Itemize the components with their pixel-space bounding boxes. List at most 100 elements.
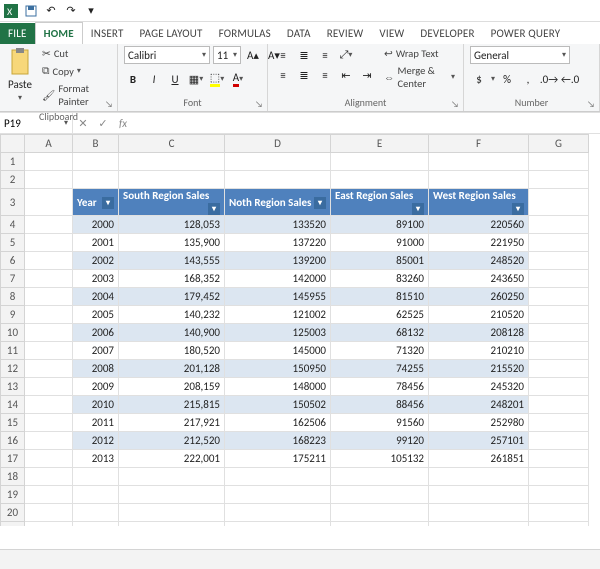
increase-decimal-button[interactable]: .0→	[540, 70, 558, 88]
table-cell[interactable]: 89100	[331, 216, 429, 234]
cell[interactable]	[119, 171, 225, 189]
cell[interactable]	[529, 342, 589, 360]
row-header[interactable]: 15	[1, 414, 25, 432]
tab-formulas[interactable]: FORMULAS	[211, 23, 279, 44]
table-cell[interactable]: 248201	[429, 396, 529, 414]
column-header[interactable]: E	[331, 135, 429, 153]
table-cell[interactable]: 248520	[429, 252, 529, 270]
cell[interactable]	[25, 342, 73, 360]
tab-review[interactable]: REVIEW	[319, 23, 372, 44]
wrap-text-button[interactable]: ↩Wrap Text	[382, 46, 457, 61]
cell[interactable]	[73, 171, 119, 189]
row-header[interactable]: 1	[1, 153, 25, 171]
format-painter-button[interactable]: 🖌Format Painter	[40, 81, 111, 109]
cell[interactable]	[25, 486, 73, 504]
row-header[interactable]: 17	[1, 450, 25, 468]
row-header[interactable]: 9	[1, 306, 25, 324]
table-cell[interactable]: 221950	[429, 234, 529, 252]
fill-color-button[interactable]: ⬚▾	[208, 70, 226, 88]
table-cell[interactable]: 2008	[73, 360, 119, 378]
table-cell[interactable]: 2009	[73, 378, 119, 396]
table-cell[interactable]: 168,352	[119, 270, 225, 288]
row-header[interactable]: 11	[1, 342, 25, 360]
cell[interactable]	[119, 504, 225, 522]
table-header-cell[interactable]: Year▾	[73, 189, 119, 216]
cell[interactable]	[25, 360, 73, 378]
cell[interactable]	[429, 171, 529, 189]
row-header[interactable]: 10	[1, 324, 25, 342]
table-cell[interactable]: 210520	[429, 306, 529, 324]
table-cell[interactable]: 2012	[73, 432, 119, 450]
tab-page-layout[interactable]: PAGE LAYOUT	[132, 23, 211, 44]
table-cell[interactable]: 208128	[429, 324, 529, 342]
cell[interactable]	[331, 522, 429, 527]
bold-button[interactable]: B	[124, 70, 142, 88]
table-cell[interactable]: 121002	[225, 306, 331, 324]
cell[interactable]	[529, 153, 589, 171]
table-cell[interactable]: 180,520	[119, 342, 225, 360]
cell[interactable]	[25, 522, 73, 527]
align-top-button[interactable]: ≡	[274, 46, 292, 64]
table-cell[interactable]: 91000	[331, 234, 429, 252]
row-header[interactable]: 8	[1, 288, 25, 306]
cell[interactable]	[119, 153, 225, 171]
tab-developer[interactable]: DEVELOPER	[412, 23, 482, 44]
cell[interactable]	[529, 450, 589, 468]
align-right-button[interactable]: ≡	[316, 66, 334, 84]
table-cell[interactable]: 139200	[225, 252, 331, 270]
decrease-indent-button[interactable]: ⇤	[337, 66, 355, 84]
cell[interactable]	[529, 468, 589, 486]
table-cell[interactable]: 83260	[331, 270, 429, 288]
table-cell[interactable]: 2003	[73, 270, 119, 288]
filter-dropdown-icon[interactable]: ▾	[512, 203, 524, 215]
cell[interactable]	[529, 171, 589, 189]
cell[interactable]	[529, 234, 589, 252]
table-cell[interactable]: 215520	[429, 360, 529, 378]
cell[interactable]	[25, 396, 73, 414]
table-cell[interactable]: 68132	[331, 324, 429, 342]
cell[interactable]	[529, 324, 589, 342]
column-header[interactable]: B	[73, 135, 119, 153]
cell[interactable]	[25, 414, 73, 432]
paste-dropdown-icon[interactable]: ▾	[18, 93, 22, 103]
table-cell[interactable]: 135,900	[119, 234, 225, 252]
decrease-decimal-button[interactable]: ←.0	[561, 70, 579, 88]
tab-view[interactable]: VIEW	[371, 23, 412, 44]
cell[interactable]	[25, 234, 73, 252]
cell[interactable]	[225, 171, 331, 189]
table-cell[interactable]: 179,452	[119, 288, 225, 306]
table-cell[interactable]: 215,815	[119, 396, 225, 414]
table-cell[interactable]: 2005	[73, 306, 119, 324]
cell[interactable]	[331, 468, 429, 486]
table-cell[interactable]: 162506	[225, 414, 331, 432]
table-header-cell[interactable]: West Region Sales▾	[429, 189, 529, 216]
select-all-corner[interactable]	[1, 135, 25, 153]
cell[interactable]	[529, 486, 589, 504]
undo-icon[interactable]: ↶	[44, 4, 58, 18]
row-header[interactable]: 21	[1, 522, 25, 527]
cell[interactable]	[529, 216, 589, 234]
align-center-button[interactable]: ≣	[295, 66, 313, 84]
cell[interactable]	[529, 432, 589, 450]
cell[interactable]	[73, 468, 119, 486]
font-color-button[interactable]: A▾	[229, 70, 247, 88]
table-cell[interactable]: 133520	[225, 216, 331, 234]
table-cell[interactable]: 145955	[225, 288, 331, 306]
cell[interactable]	[73, 504, 119, 522]
table-cell[interactable]: 150950	[225, 360, 331, 378]
formula-input[interactable]	[133, 113, 600, 133]
table-cell[interactable]: 85001	[331, 252, 429, 270]
accounting-format-button[interactable]: $	[470, 70, 488, 88]
number-format-select[interactable]: General▾	[470, 46, 570, 64]
cell[interactable]	[25, 450, 73, 468]
table-cell[interactable]: 2000	[73, 216, 119, 234]
row-header[interactable]: 19	[1, 486, 25, 504]
table-cell[interactable]: 62525	[331, 306, 429, 324]
row-header[interactable]: 18	[1, 468, 25, 486]
table-cell[interactable]: 260250	[429, 288, 529, 306]
row-header[interactable]: 6	[1, 252, 25, 270]
column-header[interactable]: F	[429, 135, 529, 153]
row-header[interactable]: 12	[1, 360, 25, 378]
cell[interactable]	[25, 306, 73, 324]
table-cell[interactable]: 2006	[73, 324, 119, 342]
